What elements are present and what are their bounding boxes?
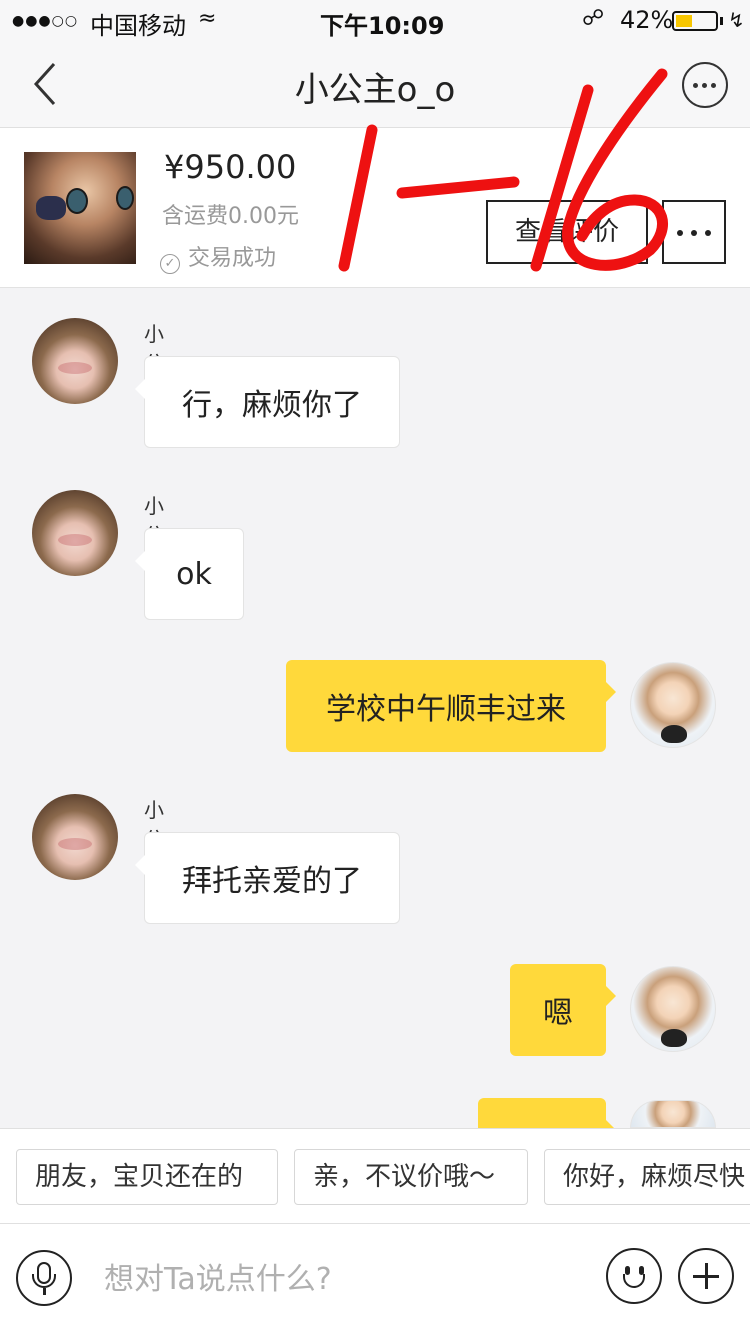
clock: 下午10:09 (320, 12, 445, 40)
microphone-icon-arc (32, 1274, 56, 1288)
outgoing-message-bubble[interactable]: 学校中午顺丰过来 (286, 660, 616, 752)
doll-eye (66, 188, 88, 214)
signal-strength-icon: ●●●○○ (12, 13, 79, 29)
smiley-icon (623, 1274, 645, 1288)
rotation-lock-icon: ☍ (582, 6, 605, 31)
add-attachment-button[interactable] (678, 1248, 734, 1304)
seller-avatar[interactable] (32, 318, 118, 404)
battery-level (676, 15, 692, 27)
shipping-fee: 含运费0.00元 (162, 204, 299, 229)
navigation-bar: 小公主o_o (0, 40, 750, 128)
product-thumbnail[interactable] (24, 152, 136, 264)
dot-icon (711, 83, 716, 88)
carrier-name: 中国移动 (90, 12, 186, 40)
wifi-icon: ≈ (198, 6, 217, 31)
my-avatar[interactable] (630, 662, 716, 748)
check-circle-icon: ✓ (160, 254, 180, 274)
seller-avatar[interactable] (32, 490, 118, 576)
trade-status: ✓ 交易成功 (160, 240, 276, 274)
quick-reply-chip[interactable]: 亲，不议价哦～ (294, 1149, 528, 1205)
dot-icon (705, 230, 711, 236)
more-options-button[interactable] (682, 62, 728, 108)
voice-input-button[interactable] (16, 1250, 72, 1306)
battery-icon (672, 11, 718, 31)
battery-percent: 42% (620, 6, 674, 34)
my-avatar[interactable] (630, 966, 716, 1052)
charging-icon: ↯ (728, 8, 745, 32)
status-bar: ●●●○○ 中国移动 ≈ 下午10:09 ☍ 42% ↯ (0, 0, 750, 40)
trade-status-label: 交易成功 (188, 246, 277, 271)
dot-icon (691, 230, 697, 236)
incoming-message-bubble[interactable]: 行，麻烦你了 (135, 356, 400, 448)
microphone-icon-stem (43, 1288, 46, 1295)
plus-icon-vertical (705, 1263, 708, 1289)
page-title: 小公主o_o (294, 70, 456, 110)
product-card: ¥950.00 含运费0.00元 ✓ 交易成功 查看评价 (0, 128, 750, 288)
message-input[interactable]: 想对Ta说点什么? (104, 1254, 332, 1298)
chat-input-bar: 想对Ta说点什么? (0, 1224, 750, 1334)
incoming-message-bubble[interactable]: 拜托亲爱的了 (135, 832, 400, 924)
outgoing-message-bubble[interactable] (478, 1098, 616, 1140)
quick-reply-bar: 朋友，宝贝还在的 亲，不议价哦～ 你好，麻烦尽快 (0, 1128, 750, 1224)
doll-eye (116, 186, 134, 210)
doll-bow (36, 196, 66, 220)
seller-avatar[interactable] (32, 794, 118, 880)
dot-icon (702, 83, 707, 88)
quick-reply-chip[interactable]: 你好，麻烦尽快 (544, 1149, 750, 1205)
product-more-button[interactable] (662, 200, 726, 264)
product-price: ¥950.00 (164, 148, 297, 186)
dot-icon (677, 230, 683, 236)
outgoing-message-bubble[interactable]: 嗯 (510, 964, 616, 1056)
battery-cap (720, 17, 723, 25)
quick-reply-chip[interactable]: 朋友，宝贝还在的 (16, 1149, 278, 1205)
my-avatar[interactable] (630, 1100, 716, 1128)
incoming-message-bubble[interactable]: ok (135, 528, 244, 620)
view-review-button[interactable]: 查看评价 (486, 200, 648, 264)
emoji-button[interactable] (606, 1248, 662, 1304)
dot-icon (693, 83, 698, 88)
